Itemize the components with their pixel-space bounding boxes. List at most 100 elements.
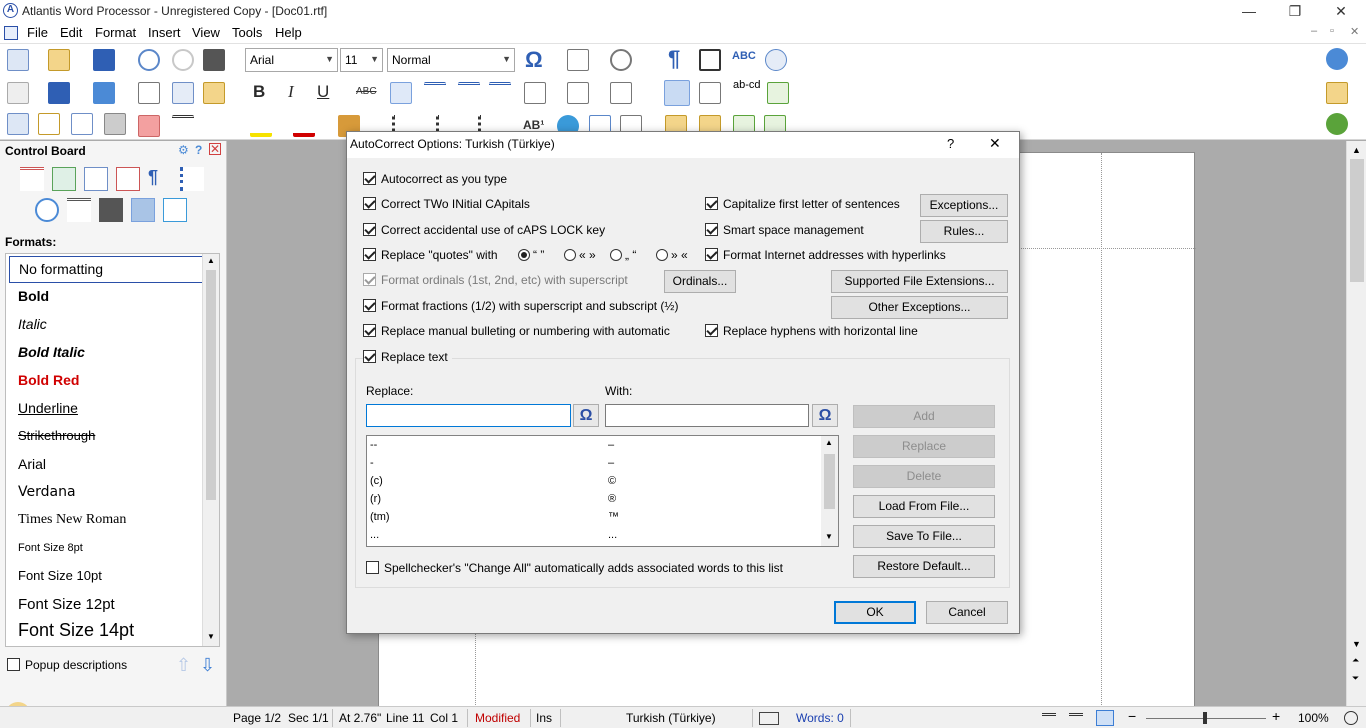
help-icon[interactable] — [1326, 48, 1348, 70]
text-lines-icon[interactable] — [67, 198, 91, 222]
print-icon[interactable] — [104, 113, 126, 135]
doc-minimize-icon[interactable]: – — [1311, 25, 1317, 37]
list-item-with[interactable]: – — [608, 457, 614, 469]
format-item-bold[interactable]: Bold — [9, 284, 204, 311]
replace-input[interactable] — [366, 404, 571, 427]
restore-button[interactable]: ❐ — [1272, 0, 1318, 23]
radio-icon[interactable] — [518, 249, 530, 261]
highlight-color-icon[interactable] — [250, 115, 272, 137]
checkbox-icon[interactable] — [705, 248, 718, 261]
clock-icon[interactable] — [610, 49, 632, 71]
navigation-icon[interactable] — [664, 80, 690, 106]
scroll-thumb[interactable] — [206, 270, 216, 500]
quote-style-1[interactable]: “ ” — [518, 248, 544, 264]
spellcheck-icon[interactable]: ABC — [732, 50, 756, 62]
replacement-list[interactable]: -- – - – (c) © (r) ® (tm) ™ ... ... ▲ ▼ — [366, 435, 839, 547]
option-autocorrect-as-you-type[interactable]: Autocorrect as you type — [363, 172, 507, 188]
checkbox-icon[interactable] — [705, 197, 718, 210]
option-replace-quotes[interactable]: Replace "quotes" with — [363, 248, 498, 264]
zoom-slider-thumb[interactable] — [1203, 712, 1207, 724]
with-input[interactable] — [605, 404, 809, 427]
formats-scrollbar[interactable]: ▲ ▼ — [202, 254, 219, 646]
dialog-close-button[interactable]: ✕ — [989, 135, 1001, 152]
status-zoom[interactable]: 100% — [1298, 711, 1329, 725]
lightning-icon[interactable] — [767, 82, 789, 104]
scroll-up-icon[interactable]: ▲ — [207, 256, 215, 265]
checkbox-icon[interactable] — [363, 223, 376, 236]
option-spellchecker-change-all[interactable]: Spellchecker's "Change All" automaticall… — [366, 561, 783, 577]
find-binoculars-icon[interactable] — [203, 49, 225, 71]
zoom-in-icon[interactable]: + — [1272, 708, 1280, 724]
doc-close-icon[interactable]: ✕ — [1350, 25, 1359, 38]
document-list-icon[interactable] — [116, 167, 140, 191]
option-replace-text[interactable]: Replace text — [363, 350, 452, 366]
status-insert-mode[interactable]: Ins — [536, 711, 552, 725]
exceptions-button[interactable]: Exceptions... — [920, 194, 1008, 217]
home-icon[interactable] — [1326, 82, 1348, 104]
page-down-icon[interactable]: ⏷ — [1352, 673, 1359, 684]
checkbox-icon[interactable] — [363, 197, 376, 210]
status-words[interactable]: Words: 0 — [796, 711, 844, 725]
page-layout-icon[interactable] — [524, 82, 546, 104]
ordinals-button[interactable]: Ordinals... — [664, 270, 736, 293]
with-symbol-omega-button[interactable]: Ω — [812, 404, 838, 427]
scroll-up-icon[interactable]: ▲ — [1352, 145, 1361, 155]
font-color-icon[interactable] — [293, 115, 315, 137]
symbol-omega-icon[interactable]: Ω — [525, 47, 543, 73]
scroll-down-icon[interactable]: ▼ — [207, 632, 215, 641]
status-language[interactable]: Turkish (Türkiye) — [626, 711, 716, 725]
page-icon[interactable] — [610, 82, 632, 104]
style-combo[interactable]: Normal ▼ — [387, 48, 515, 72]
list-item-replace[interactable]: - — [370, 457, 374, 469]
list-item-replace[interactable]: (tm) — [370, 511, 390, 523]
option-replace-bulleting[interactable]: Replace manual bulleting or numbering wi… — [363, 324, 670, 340]
scroll-down-icon[interactable]: ▼ — [1352, 639, 1361, 649]
email-icon[interactable] — [93, 82, 115, 104]
styles-icon[interactable]: ¶ — [148, 167, 172, 191]
notes-icon[interactable] — [699, 82, 721, 104]
fullscreen-icon[interactable] — [699, 49, 721, 71]
line-spacing-icon[interactable] — [172, 115, 194, 137]
edit-document-icon[interactable] — [38, 113, 60, 135]
checkbox-icon[interactable] — [705, 324, 718, 337]
vertical-scrollbar[interactable]: ▲ ▼ ⏶ ⏷ — [1346, 141, 1366, 706]
pilcrow-icon[interactable]: ¶ — [668, 46, 680, 72]
option-format-fractions[interactable]: Format fractions (1/2) with superscript … — [363, 299, 678, 315]
zoom-fit-icon[interactable] — [1344, 711, 1358, 725]
formats-list[interactable]: No formatting Bold Italic Bold Italic Bo… — [5, 253, 220, 647]
format-item-14pt[interactable]: Font Size 14pt — [9, 618, 204, 645]
option-correct-two-initial[interactable]: Correct TWo INitial CApitals — [363, 197, 530, 213]
menu-edit[interactable]: Edit — [60, 25, 82, 40]
list-scrollbar[interactable]: ▲ ▼ — [821, 436, 838, 546]
font-name-combo[interactable]: Arial ▼ — [245, 48, 338, 72]
search-icon[interactable] — [35, 198, 59, 222]
quote-style-3[interactable]: „ “ — [610, 248, 636, 264]
format-item-underline[interactable]: Underline — [9, 396, 204, 423]
save-to-file-button[interactable]: Save To File... — [853, 525, 995, 548]
menu-help[interactable]: Help — [275, 25, 302, 40]
dialog-help-button[interactable]: ? — [947, 136, 954, 151]
cancel-button[interactable]: Cancel — [926, 601, 1008, 624]
delete-button[interactable]: Delete — [853, 465, 995, 488]
document-icon[interactable] — [4, 26, 18, 40]
checkbox-icon[interactable] — [363, 299, 376, 312]
find-replace-icon[interactable] — [765, 49, 787, 71]
format-item-no-formatting[interactable]: No formatting — [9, 256, 204, 283]
save-as-icon[interactable] — [48, 82, 70, 104]
arrow-up-icon[interactable]: ⇧ — [176, 655, 191, 676]
format-item-strikethrough[interactable]: Strikethrough — [9, 424, 204, 451]
paste-icon[interactable] — [203, 82, 225, 104]
list-item-replace[interactable]: -- — [370, 439, 377, 451]
clips-icon[interactable] — [163, 198, 187, 222]
cut-icon[interactable] — [138, 82, 160, 104]
doc-restore-icon[interactable]: ▫ — [1330, 25, 1334, 37]
checkbox-icon[interactable] — [363, 350, 376, 363]
checkbox-icon[interactable] — [363, 172, 376, 185]
scroll-thumb[interactable] — [824, 454, 835, 509]
copy-icon[interactable] — [172, 82, 194, 104]
add-button[interactable]: Add — [853, 405, 995, 428]
save-icon[interactable] — [93, 49, 115, 71]
list-item-with[interactable]: © — [608, 475, 616, 487]
page-icon[interactable] — [84, 167, 108, 191]
checkbox-icon[interactable] — [363, 248, 376, 261]
